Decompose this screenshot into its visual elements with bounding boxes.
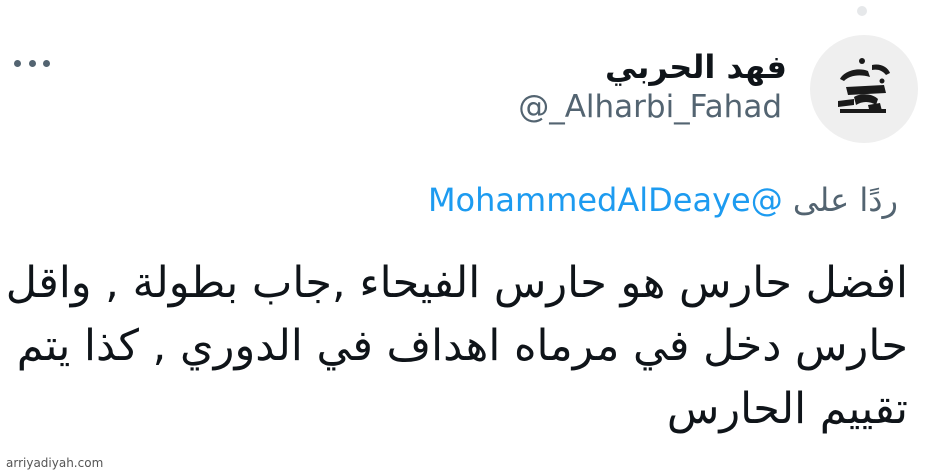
divider-dot bbox=[857, 6, 867, 16]
dot bbox=[14, 59, 21, 67]
dot bbox=[28, 59, 36, 67]
more-dots-icon[interactable] bbox=[14, 52, 50, 74]
calligraphy-logo-icon bbox=[838, 58, 890, 113]
tweet-text-line: حارس دخل في مرماه اهداف في الدوري , كذا … bbox=[16, 321, 908, 371]
author-name[interactable]: فهد الحربي bbox=[605, 48, 787, 86]
reply-context: ردًا على @MohammedAlDeaye bbox=[428, 181, 898, 219]
reply-to-user-link[interactable]: @MohammedAlDeaye bbox=[428, 181, 783, 219]
reply-label: ردًا على bbox=[792, 181, 898, 219]
tweet-text-line: تقييم الحارس bbox=[666, 384, 908, 434]
tweet-card: فهد الحربي @_Alharbi_Fahad ردًا على @Moh… bbox=[0, 0, 950, 472]
tweet-text: افضل حارس هو حارس الفيحاء ,جاب بطولة , و… bbox=[5, 252, 908, 441]
avatar[interactable] bbox=[810, 35, 918, 143]
author-handle[interactable]: @_Alharbi_Fahad bbox=[518, 89, 782, 125]
tweet-text-line: افضل حارس هو حارس الفيحاء ,جاب بطولة , و… bbox=[5, 258, 908, 308]
watermark: arriyadiyah.com bbox=[6, 456, 104, 470]
dot bbox=[43, 59, 50, 67]
